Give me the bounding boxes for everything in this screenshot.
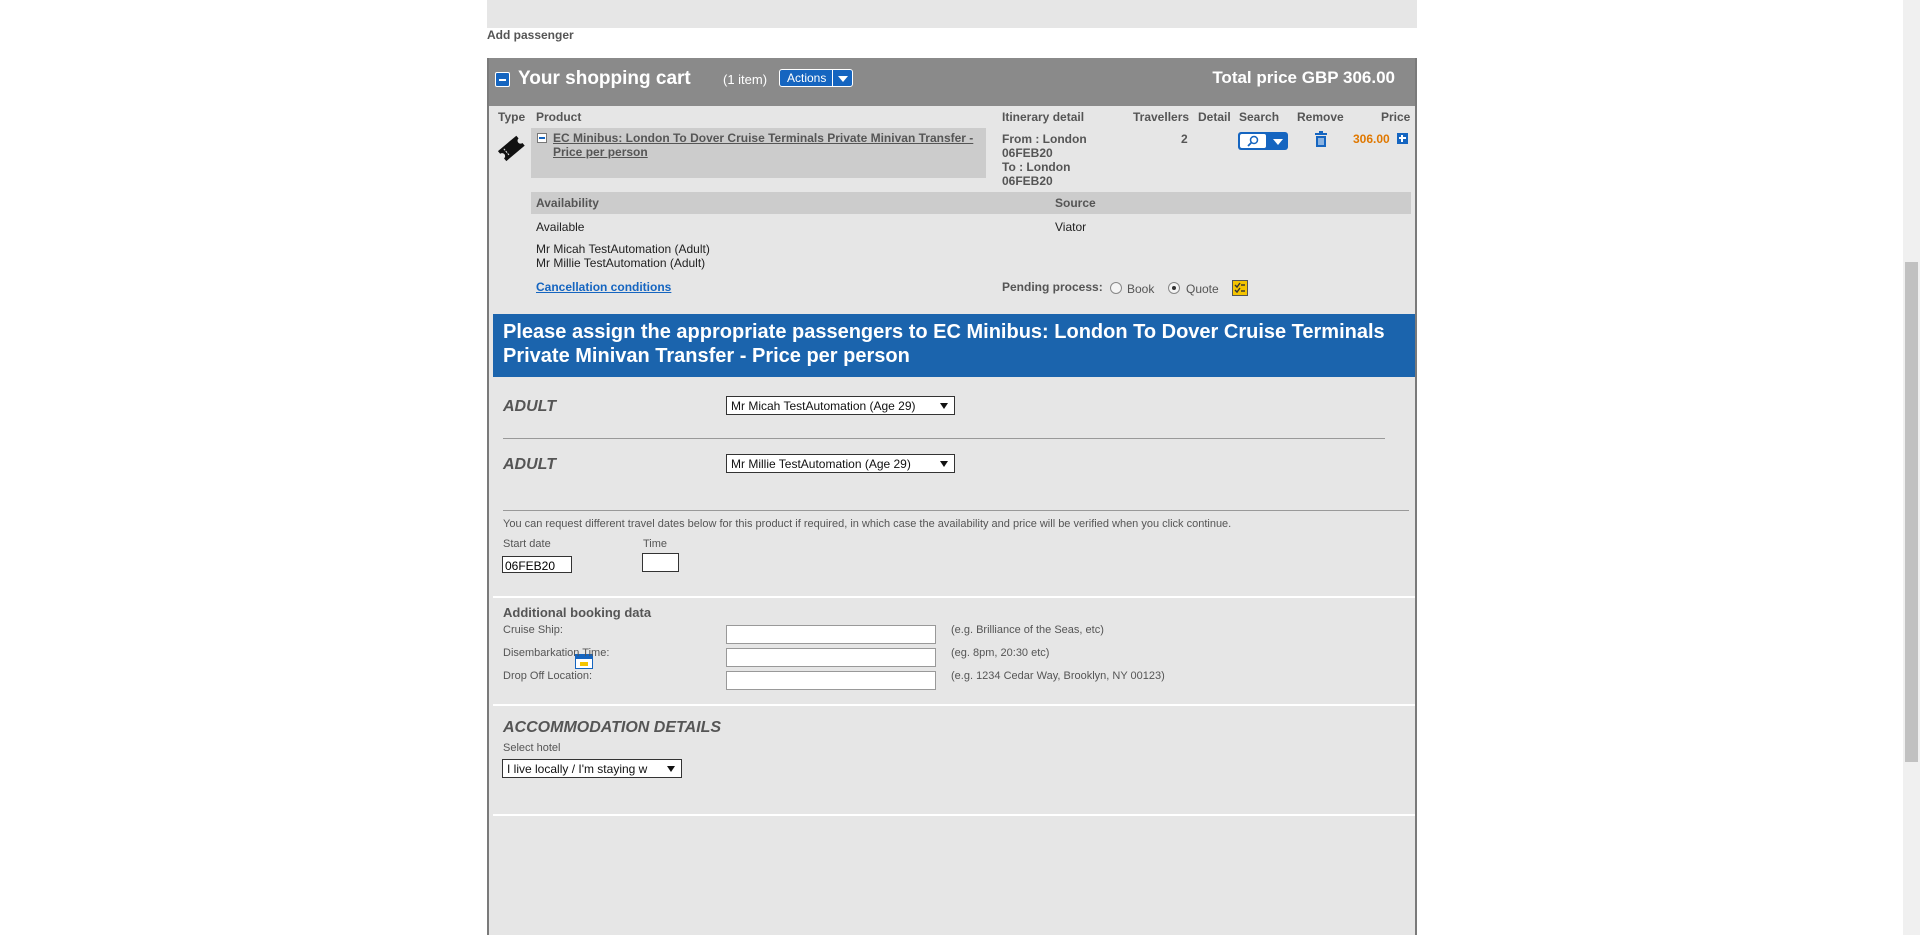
- expand-price-icon[interactable]: [1397, 133, 1408, 144]
- passenger-2: Mr Millie TestAutomation (Adult): [536, 256, 706, 270]
- header-type: Type: [498, 110, 526, 124]
- add-passenger-link[interactable]: Add passenger: [487, 28, 574, 42]
- hotel-select[interactable]: I live locally / I'm staying w: [502, 759, 682, 778]
- divider: [503, 510, 1409, 511]
- disembarkation-label: Disembarkation Time:: [503, 647, 610, 659]
- start-date-input[interactable]: 06FEB20: [502, 556, 572, 573]
- header-detail: Detail: [1198, 110, 1231, 124]
- header-product: Product: [536, 110, 582, 124]
- cruise-ship-input[interactable]: [726, 625, 936, 644]
- select-hotel-label: Select hotel: [503, 742, 561, 754]
- item-price: 306.00: [1353, 132, 1390, 146]
- trash-icon[interactable]: [1314, 131, 1328, 147]
- itinerary-from: From : London: [1002, 132, 1087, 146]
- collapse-item-icon[interactable]: [537, 133, 547, 143]
- total-price: Total price GBP 306.00: [1212, 68, 1395, 87]
- booking-data-title: Additional booking data: [503, 605, 652, 620]
- header-search: Search: [1239, 110, 1280, 124]
- page: Add passenger Your shopping cart (1 item…: [0, 0, 1920, 935]
- itinerary-to-date: 06FEB20: [1002, 174, 1053, 188]
- search-icon-box: [1240, 134, 1266, 148]
- availability-value: Available: [536, 220, 585, 234]
- chevron-down-icon: [832, 70, 852, 86]
- passenger-type-1: ADULT: [503, 398, 557, 415]
- time-label: Time: [643, 538, 668, 550]
- shopping-cart: Your shopping cart (1 item) Actions Tota…: [487, 58, 1417, 935]
- passenger-select-2[interactable]: Mr Millie TestAutomation (Age 29): [726, 454, 955, 473]
- checklist-icon[interactable]: [1232, 280, 1248, 296]
- pending-book-radio[interactable]: [1110, 282, 1122, 294]
- section-divider: [493, 814, 1415, 816]
- section-divider: [493, 704, 1415, 706]
- search-icon: [1247, 135, 1259, 147]
- travellers-count: 2: [1181, 132, 1188, 146]
- disembarkation-input[interactable]: [726, 648, 936, 667]
- start-date-label: Start date: [503, 538, 551, 550]
- collapse-cart-icon[interactable]: [495, 72, 510, 87]
- header-remove: Remove: [1297, 110, 1344, 124]
- cruise-ship-hint: (e.g. Brilliance of the Seas, etc): [951, 624, 1104, 636]
- passenger-type-2: ADULT: [503, 456, 557, 473]
- actions-button[interactable]: Actions: [779, 69, 854, 87]
- scrollbar-thumb[interactable]: [1905, 262, 1918, 762]
- passenger-select-1[interactable]: Mr Micah TestAutomation (Age 29): [726, 396, 955, 415]
- checklist-glyph-icon: [1234, 282, 1245, 294]
- pending-quote-label: Quote: [1186, 282, 1219, 296]
- availability-header-band: Availability Source: [531, 192, 1411, 214]
- availability-header: Availability: [536, 196, 599, 210]
- time-input[interactable]: [642, 553, 679, 572]
- header-price: Price: [1381, 110, 1411, 124]
- cruise-ship-label: Cruise Ship:: [503, 624, 563, 636]
- source-value: Viator: [1055, 220, 1087, 234]
- product-name-link[interactable]: EC Minibus: London To Dover Cruise Termi…: [553, 131, 983, 159]
- cart-header: Your shopping cart (1 item) Actions Tota…: [489, 58, 1415, 106]
- drop-off-hint: (e.g. 1234 Cedar Way, Brooklyn, NY 00123…: [951, 670, 1165, 682]
- passenger-1: Mr Micah TestAutomation (Adult): [536, 242, 710, 256]
- product-cell: EC Minibus: London To Dover Cruise Termi…: [531, 128, 986, 178]
- drop-off-input[interactable]: [726, 671, 936, 690]
- cancellation-conditions-link[interactable]: Cancellation conditions: [536, 280, 671, 294]
- pending-process-label: Pending process:: [1002, 280, 1103, 294]
- search-dropdown-button[interactable]: [1238, 132, 1288, 150]
- actions-label: Actions: [787, 71, 827, 85]
- section-divider: [493, 596, 1415, 598]
- accommodation-title: ACCOMMODATION DETAILS: [503, 719, 722, 736]
- ticket-icon: [497, 135, 525, 162]
- header-travellers: Travellers: [1133, 110, 1190, 124]
- pending-quote-radio[interactable]: [1168, 282, 1180, 294]
- drop-off-label: Drop Off Location:: [503, 670, 593, 682]
- source-header: Source: [1055, 196, 1096, 210]
- divider: [503, 438, 1385, 439]
- itinerary-detail: From : London 06FEB20 To : London 06FEB2…: [1002, 132, 1087, 188]
- cart-item-count: (1 item): [723, 72, 768, 87]
- itinerary-from-date: 06FEB20: [1002, 146, 1053, 160]
- disembarkation-hint: (eg. 8pm, 20:30 etc): [951, 647, 1050, 659]
- header-itinerary: Itinerary detail: [1002, 110, 1085, 124]
- dates-note: You can request different travel dates b…: [503, 518, 1232, 530]
- itinerary-to: To : London: [1002, 160, 1071, 174]
- passenger-panel-bottom: [487, 0, 1417, 28]
- assign-passengers-banner: Please assign the appropriate passengers…: [493, 314, 1415, 377]
- cart-title: Your shopping cart: [518, 68, 691, 89]
- pending-book-label: Book: [1127, 282, 1155, 296]
